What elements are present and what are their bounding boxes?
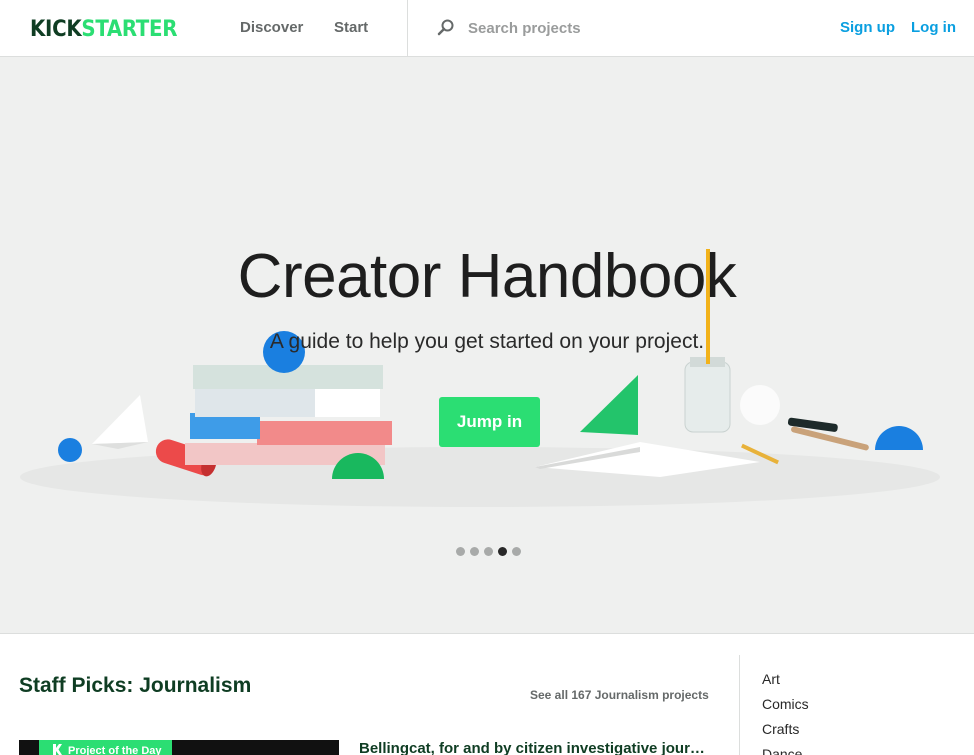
category-art[interactable]: Art — [762, 667, 809, 692]
hero-banner: Creator Handbook A guide to help you get… — [0, 57, 974, 634]
carousel-dot-active[interactable] — [498, 547, 507, 556]
nav-discover[interactable]: Discover — [240, 19, 303, 37]
log-in-link[interactable]: Log in — [911, 19, 956, 37]
project-of-the-day-label: Project of the Day — [68, 745, 162, 755]
carousel-dot[interactable] — [470, 547, 479, 556]
hero-subtitle: A guide to help you get started on your … — [269, 330, 705, 353]
carousel-dot[interactable] — [456, 547, 465, 556]
carousel-dot[interactable] — [484, 547, 493, 556]
jump-in-button[interactable]: Jump in — [439, 397, 540, 447]
kickstarter-logo[interactable]: KICKSTARTER — [30, 15, 177, 43]
search-input[interactable] — [460, 14, 760, 42]
carousel-dot[interactable] — [512, 547, 521, 556]
kickstarter-k-icon — [53, 744, 62, 755]
hero-title: Creator Handbook — [237, 242, 737, 311]
carousel-dots — [456, 547, 521, 557]
staff-picks-title: Staff Picks: Journalism — [19, 674, 252, 697]
category-list: Art Comics Crafts Dance — [762, 667, 809, 755]
featured-project-image[interactable]: Project of the Day — [19, 740, 339, 755]
sign-up-link[interactable]: Sign up — [840, 19, 895, 37]
featured-project-title[interactable]: Bellingcat, for and by citizen investiga… — [359, 740, 711, 755]
site-header: KICKSTARTER Discover Start Sign up Log i… — [0, 0, 974, 57]
category-crafts[interactable]: Crafts — [762, 717, 809, 742]
logo-kick-text: KICK — [30, 17, 82, 42]
category-comics[interactable]: Comics — [762, 692, 809, 717]
header-divider — [407, 0, 408, 57]
category-dance[interactable]: Dance — [762, 742, 809, 755]
see-all-journalism-link[interactable]: See all 167 Journalism projects — [530, 688, 709, 702]
sidebar-divider — [739, 655, 740, 755]
logo-starter-text: STARTER — [81, 17, 178, 42]
nav-start[interactable]: Start — [334, 19, 368, 37]
search-icon[interactable] — [436, 18, 456, 38]
project-of-the-day-badge: Project of the Day — [39, 740, 172, 755]
